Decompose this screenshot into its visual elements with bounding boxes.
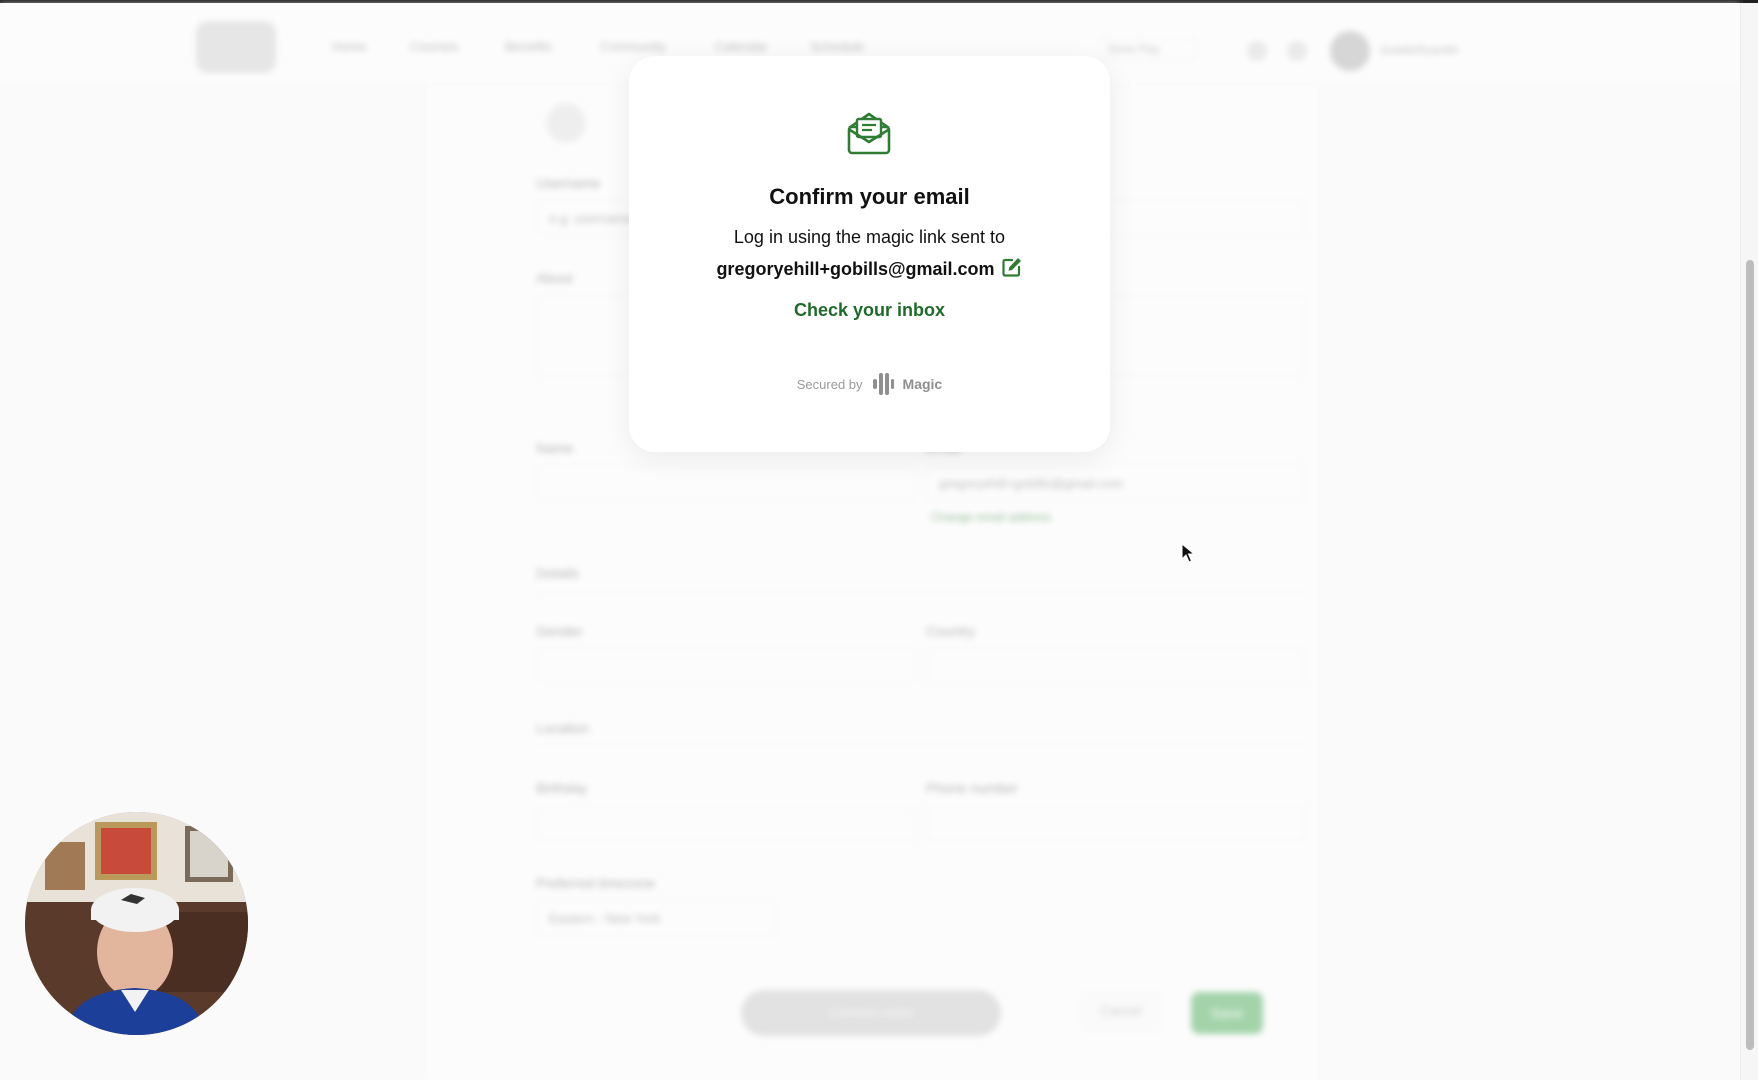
change-email-link[interactable]: Change email address [931, 510, 1051, 524]
nav-item-benefits[interactable]: Benefits [505, 39, 552, 54]
scrollbar-thumb[interactable] [1746, 260, 1754, 1050]
check-inbox-text: Check your inbox [793, 300, 946, 320]
search-icon[interactable] [1247, 41, 1267, 61]
webcam-overlay [25, 812, 248, 1035]
nav-item-calendar[interactable]: Calendar [715, 39, 768, 54]
nav-item-schedule[interactable]: Schedule [810, 39, 864, 54]
store-select[interactable]: Store Pay [1098, 37, 1196, 61]
edit-icon[interactable] [1001, 256, 1023, 278]
gender-input[interactable] [536, 648, 916, 684]
confirm-email-modal: Confirm your email Log in using the magi… [629, 56, 1110, 452]
birthday-label: Birthday [536, 780, 588, 796]
divider [536, 745, 1306, 746]
magic-logo-icon [872, 373, 894, 395]
cancel-button[interactable]: Cancel [1081, 990, 1161, 1032]
email-row: gregoryehill+gobills@gmail.com [629, 254, 1110, 284]
divider [536, 590, 1306, 591]
recipient-email: gregoryehill+gobills@gmail.com [716, 258, 995, 279]
site-logo [196, 21, 276, 73]
name-input[interactable] [536, 465, 916, 501]
avatar[interactable] [1330, 31, 1370, 71]
about-label: About [536, 270, 573, 286]
save-button[interactable]: Save [1191, 992, 1263, 1034]
bell-icon[interactable] [1287, 41, 1307, 61]
modal-title: Confirm your email [769, 184, 970, 209]
profile-avatar[interactable] [546, 103, 586, 143]
window-top-strip [0, 0, 1758, 3]
magic-brand-label: Magic [902, 376, 943, 392]
webcam-video [25, 812, 248, 1035]
country-input[interactable] [926, 648, 1306, 684]
username-label: Username [536, 175, 601, 191]
birthday-input[interactable] [536, 805, 916, 841]
timezone-select[interactable]: Eastern - New York [536, 900, 776, 936]
country-label: Country [926, 623, 976, 639]
secured-by-label: Secured by [796, 376, 863, 392]
phone-label: Phone number [926, 780, 1018, 796]
email-input[interactable]: gregoryehill+gobills@gmail.com [926, 465, 1306, 501]
nav-item-home[interactable]: Home [332, 39, 367, 54]
envelope-open-icon [847, 112, 891, 155]
details-heading: Details [536, 565, 579, 581]
header-username[interactable]: GobillsRyan84 [1380, 43, 1458, 57]
phone-input[interactable] [926, 805, 1306, 841]
mouse-cursor-icon [1181, 543, 1195, 563]
nav-item-courses[interactable]: Courses [410, 39, 458, 54]
name-label: Name [536, 440, 574, 456]
nav-item-community[interactable]: Community [600, 39, 666, 54]
modal-subtitle: Log in using the magic link sent to [733, 227, 1006, 247]
secured-by-row: Secured by Magic [629, 369, 1110, 399]
timezone-label: Preferred timezone [536, 875, 656, 891]
connect-wallet-button[interactable]: Connect wallet [741, 990, 1001, 1036]
location-label: Location [536, 720, 589, 736]
gender-label: Gender [536, 623, 583, 639]
